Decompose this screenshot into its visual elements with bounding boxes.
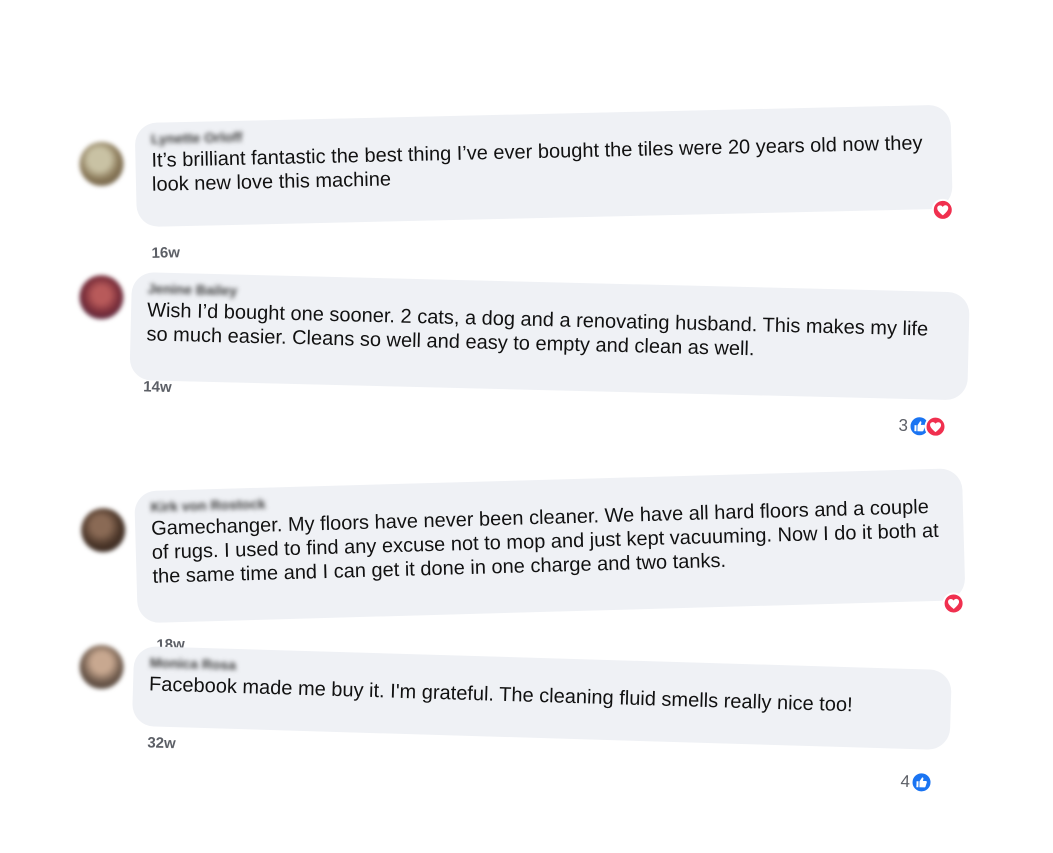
comment-timestamp[interactable]: 16w: [151, 244, 180, 262]
comment: Kirk von Rostock Gamechanger. My floors …: [0, 448, 1053, 657]
reaction-count: 4: [900, 771, 911, 791]
love-icon: [942, 592, 965, 615]
like-icon: [910, 771, 934, 794]
love-icon: [924, 415, 948, 438]
comment-bubble: Kirk von Rostock Gamechanger. My floors …: [134, 468, 966, 624]
comment-timestamp[interactable]: 32w: [147, 734, 176, 752]
reaction-summary[interactable]: [941, 592, 965, 615]
avatar[interactable]: [78, 274, 124, 320]
love-icon: [931, 198, 955, 222]
avatar[interactable]: [79, 141, 125, 187]
comment-bubble: Lynette Orloff It’s brilliant fantastic …: [134, 104, 953, 228]
avatar[interactable]: [80, 507, 126, 553]
reaction-summary[interactable]: 4: [900, 771, 934, 794]
comment-bubble: Monica Rosa Facebook made me buy it. I'm…: [131, 645, 952, 751]
reaction-summary[interactable]: [931, 198, 955, 222]
comment-timestamp[interactable]: 14w: [143, 378, 172, 396]
comment-bubble: Jenine Bailey Wish I’d bought one sooner…: [129, 272, 970, 401]
reaction-summary[interactable]: 3: [898, 415, 948, 438]
comment: Monica Rosa Facebook made me buy it. I'm…: [0, 636, 1053, 817]
comment: Lynette Orloff It’s brilliant fantastic …: [0, 88, 1053, 272]
comment: Jenine Bailey Wish I’d bought one sooner…: [0, 263, 1053, 459]
avatar[interactable]: [78, 644, 125, 690]
reaction-count: 3: [898, 415, 909, 436]
